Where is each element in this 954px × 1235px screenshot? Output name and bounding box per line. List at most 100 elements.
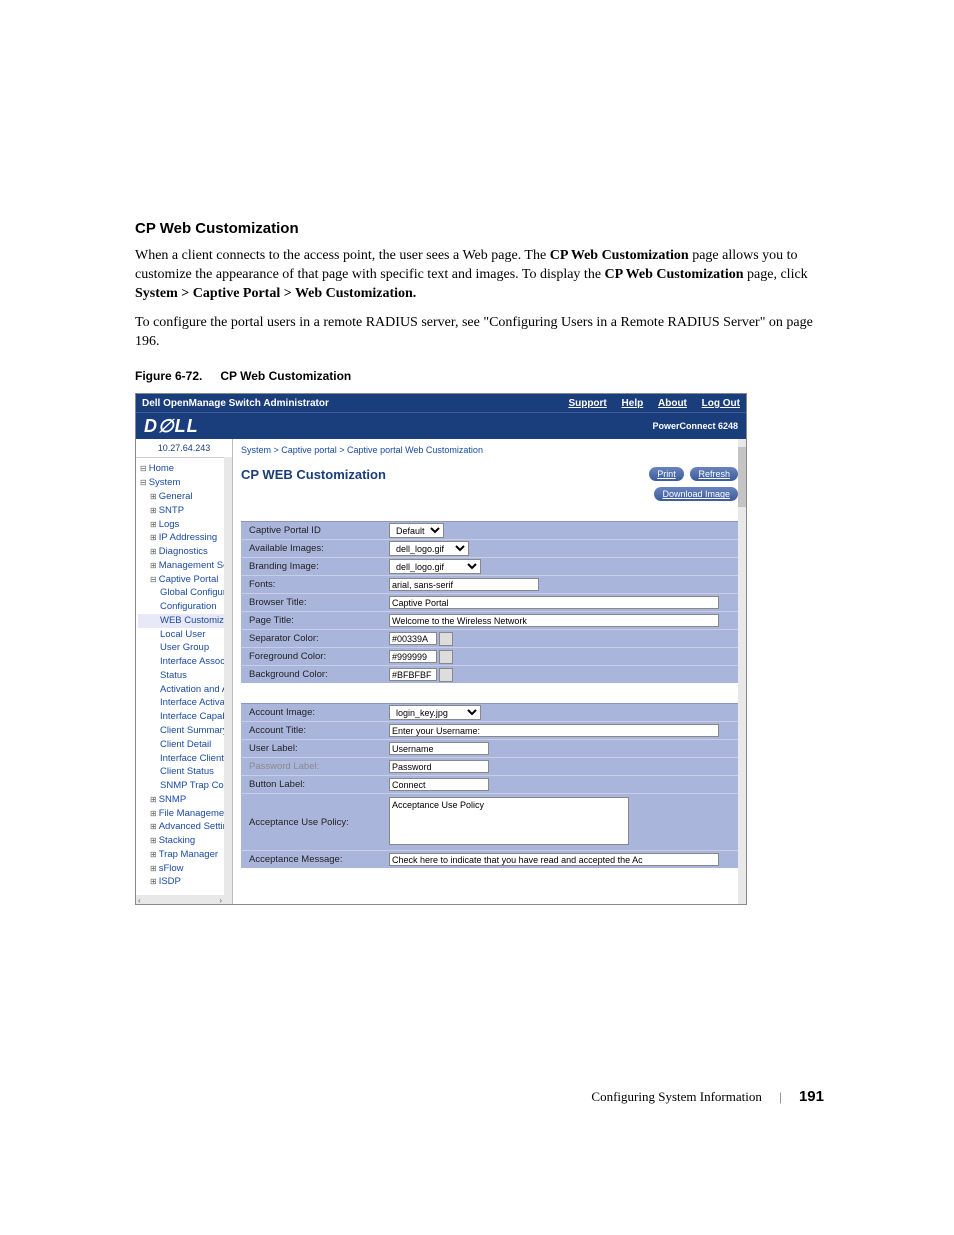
- plus-icon: ⊞: [150, 822, 157, 831]
- scrollbar-thumb[interactable]: [738, 447, 746, 507]
- content-panel: System > Captive portal > Captive portal…: [233, 439, 746, 905]
- folder-icon: ⊟: [140, 464, 147, 473]
- brand-bar: D∅LL PowerConnect 6248: [136, 412, 746, 439]
- tree-system[interactable]: ⊟System: [138, 476, 230, 490]
- nav-logout[interactable]: Log Out: [702, 398, 740, 409]
- textarea-acceptance-policy[interactable]: Acceptance Use Policy: [389, 797, 629, 845]
- left-scrollbar[interactable]: [224, 457, 232, 905]
- select-available-images[interactable]: dell_logo.gif: [389, 541, 469, 556]
- select-branding-image[interactable]: dell_logo.gif: [389, 559, 481, 574]
- plus-icon: ⊞: [150, 492, 157, 501]
- chevron-left-icon: ‹: [138, 896, 141, 905]
- tree-diagnostics[interactable]: ⊞Diagnostics: [138, 545, 230, 559]
- tree-client-summary[interactable]: Client Summary: [138, 724, 230, 738]
- tree-client-detail[interactable]: Client Detail: [138, 738, 230, 752]
- tree-file-mgmt[interactable]: ⊞File Management: [138, 807, 230, 821]
- input-fonts[interactable]: [389, 578, 539, 591]
- tree-isdp[interactable]: ⊞ISDP: [138, 875, 230, 889]
- figure-number: Figure 6-72.: [135, 369, 202, 383]
- tree-ip-addressing[interactable]: ⊞IP Addressing: [138, 531, 230, 545]
- tree-mgmt-security[interactable]: ⊞Management Securi: [138, 559, 230, 573]
- input-separator-color[interactable]: [389, 632, 437, 645]
- label-separator-color: Separator Color:: [241, 633, 389, 644]
- tree-web-customization[interactable]: WEB Customiza: [138, 614, 230, 628]
- tree-trap-manager[interactable]: ⊞Trap Manager: [138, 848, 230, 862]
- minus-icon: ⊟: [140, 478, 147, 487]
- screenshot-container: Dell OpenManage Switch Administrator Sup…: [135, 393, 747, 905]
- color-picker-icon[interactable]: [439, 668, 453, 682]
- tree-configuration[interactable]: Configuration: [138, 600, 230, 614]
- tree-activation-auth[interactable]: Activation and Au: [138, 683, 230, 697]
- select-account-image[interactable]: login_key.jpg: [389, 705, 481, 720]
- tree-snmp[interactable]: ⊞SNMP: [138, 793, 230, 807]
- label-captive-portal-id: Captive Portal ID: [241, 525, 389, 536]
- left-horiz-scroll[interactable]: ‹›: [136, 895, 224, 905]
- label-background-color: Background Color:: [241, 669, 389, 680]
- input-page-title[interactable]: [389, 614, 719, 627]
- input-password-label[interactable]: [389, 760, 489, 773]
- tree-advanced-settings[interactable]: ⊞Advanced Settings: [138, 820, 230, 834]
- plus-icon: ⊞: [150, 520, 157, 529]
- figure-title: CP Web Customization: [220, 369, 351, 383]
- tree-general[interactable]: ⊞General: [138, 490, 230, 504]
- input-button-label[interactable]: [389, 778, 489, 791]
- label-page-title: Page Title:: [241, 615, 389, 626]
- tree-sntp[interactable]: ⊞SNTP: [138, 504, 230, 518]
- tree-interface-capability[interactable]: Interface Capabili: [138, 710, 230, 724]
- tree-captive-portal[interactable]: ⊟Captive Portal: [138, 573, 230, 587]
- select-captive-portal-id[interactable]: Default: [389, 523, 444, 538]
- refresh-button[interactable]: Refresh: [690, 467, 738, 481]
- input-user-label[interactable]: [389, 742, 489, 755]
- input-background-color[interactable]: [389, 668, 437, 681]
- tree-client-status[interactable]: Client Status: [138, 765, 230, 779]
- chevron-right-icon: ›: [219, 896, 222, 905]
- footer-separator: |: [779, 1089, 782, 1104]
- label-available-images: Available Images:: [241, 543, 389, 554]
- tree-user-group[interactable]: User Group: [138, 641, 230, 655]
- input-foreground-color[interactable]: [389, 650, 437, 663]
- tree-global-config[interactable]: Global Configurat: [138, 586, 230, 600]
- plus-icon: ⊞: [150, 836, 157, 845]
- label-account-image: Account Image:: [241, 707, 389, 718]
- download-image-button[interactable]: Download Image: [654, 487, 738, 501]
- nav-help[interactable]: Help: [622, 398, 644, 409]
- plus-icon: ⊞: [150, 547, 157, 556]
- text-bold: System > Captive Portal > Web Customizat…: [135, 286, 416, 301]
- dell-logo: D∅LL: [144, 416, 199, 437]
- tree-interface-client-status[interactable]: Interface Client S: [138, 752, 230, 766]
- tree-sflow[interactable]: ⊞sFlow: [138, 862, 230, 876]
- breadcrumb: System > Captive portal > Captive portal…: [233, 439, 746, 461]
- input-browser-title[interactable]: [389, 596, 719, 609]
- nav-about[interactable]: About: [658, 398, 687, 409]
- app-titlebar: Dell OpenManage Switch Administrator Sup…: [136, 394, 746, 412]
- app-title: Dell OpenManage Switch Administrator: [142, 398, 329, 409]
- text-bold: CP Web Customization: [605, 267, 744, 282]
- label-account-title: Account Title:: [241, 725, 389, 736]
- label-fonts: Fonts:: [241, 579, 389, 590]
- form-section-1: Captive Portal IDDefault Available Image…: [241, 521, 738, 683]
- tree-home[interactable]: ⊟Home: [138, 462, 230, 476]
- print-button[interactable]: Print: [649, 467, 684, 481]
- label-button-label: Button Label:: [241, 779, 389, 790]
- panel-title: CP WEB Customization: [241, 467, 386, 482]
- color-picker-icon[interactable]: [439, 632, 453, 646]
- tree-snmp-trap-conf[interactable]: SNMP Trap Conf: [138, 779, 230, 793]
- tree-status[interactable]: Status: [138, 669, 230, 683]
- tree-interface-assoc[interactable]: Interface Associa: [138, 655, 230, 669]
- left-nav-panel: 10.27.64.243 ⊟Home ⊟System ⊞General ⊞SNT…: [136, 439, 233, 905]
- footer-page-number: 191: [799, 1088, 824, 1105]
- color-picker-icon[interactable]: [439, 650, 453, 664]
- plus-icon: ⊞: [150, 850, 157, 859]
- tree-stacking[interactable]: ⊞Stacking: [138, 834, 230, 848]
- tree-logs[interactable]: ⊞Logs: [138, 518, 230, 532]
- plus-icon: ⊞: [150, 795, 157, 804]
- nav-support[interactable]: Support: [568, 398, 606, 409]
- plus-icon: ⊞: [150, 864, 157, 873]
- right-scrollbar[interactable]: [738, 439, 746, 905]
- input-account-title[interactable]: [389, 724, 719, 737]
- input-acceptance-message[interactable]: [389, 853, 719, 866]
- minus-icon: ⊟: [150, 575, 157, 584]
- tree-interface-activation[interactable]: Interface Activatio: [138, 696, 230, 710]
- text-bold: CP Web Customization: [550, 248, 689, 263]
- tree-local-user[interactable]: Local User: [138, 628, 230, 642]
